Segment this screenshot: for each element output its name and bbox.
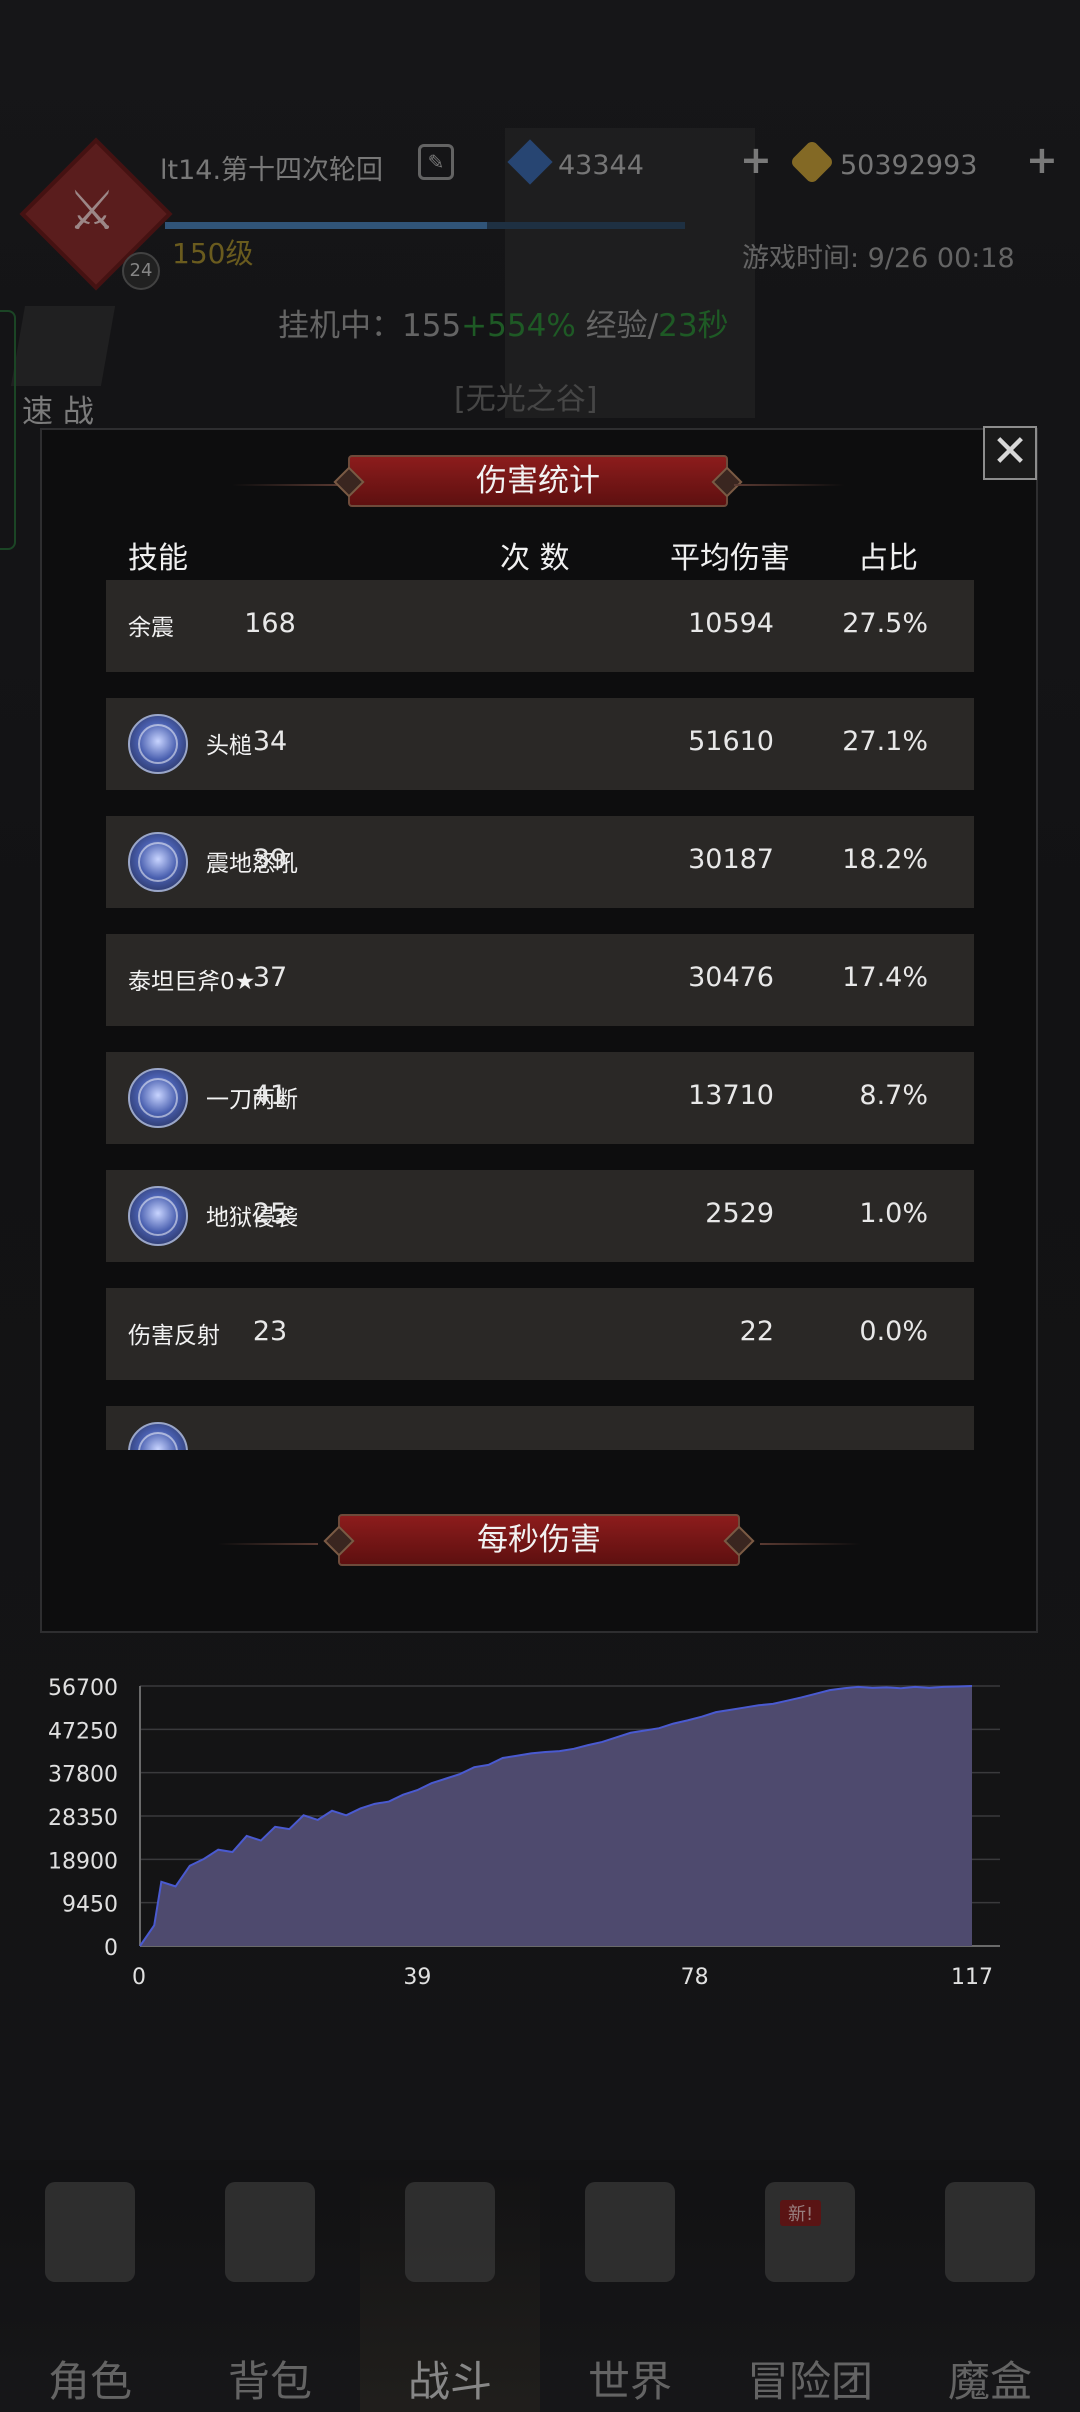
y-tick-label: 47250 — [48, 1719, 118, 1744]
dps-chart: 0 9450 18900 28350 37800 47250 56700 0 39 78 117 — [48, 1676, 1000, 1990]
y-tick-label: 28350 — [48, 1806, 118, 1831]
y-tick-label: 18900 — [48, 1849, 118, 1874]
x-tick-label: 117 — [951, 1965, 993, 1990]
x-tick-label: 78 — [681, 1965, 709, 1990]
y-tick-label: 56700 — [48, 1676, 118, 1701]
y-tick-label: 9450 — [62, 1893, 118, 1918]
y-tick-label: 37800 — [48, 1763, 118, 1788]
y-tick-label: 0 — [104, 1936, 118, 1961]
x-tick-label: 39 — [403, 1965, 431, 1990]
x-tick-label: 0 — [132, 1965, 146, 1990]
